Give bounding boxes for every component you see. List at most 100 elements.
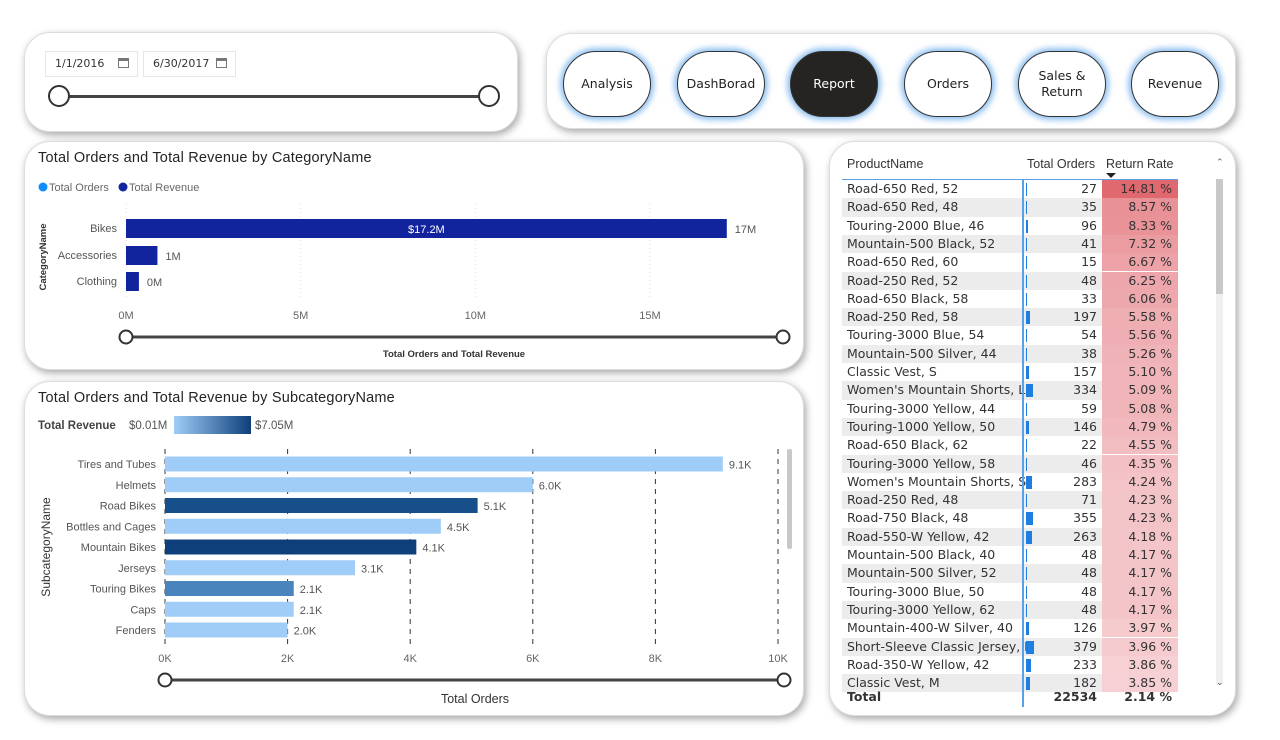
nav-button-sales-return[interactable]: Sales & Return [1018, 51, 1106, 117]
table-row[interactable]: Road-250 Red, 48 71 4.23 % [842, 491, 1178, 510]
product-name: Road-250 Red, 58 [847, 309, 959, 325]
category-label: Bikes [90, 223, 117, 235]
table-row[interactable]: Touring-3000 Yellow, 62 48 4.17 % [842, 600, 1178, 620]
data-label: 17M [735, 224, 756, 236]
category-label: Jerseys [118, 563, 156, 575]
orders-data-bar [1026, 347, 1027, 361]
table-row[interactable]: Mountain-500 Silver, 52 48 4.17 % [842, 564, 1178, 583]
bar-mountain-bikes [165, 539, 417, 555]
range-slider-start-handle[interactable] [157, 672, 173, 688]
category-label: Mountain Bikes [81, 542, 157, 554]
table-row[interactable]: Road-250 Red, 52 48 6.25 % [842, 271, 1178, 290]
table-row[interactable]: Road-750 Black, 48 355 4.23 % [842, 509, 1178, 528]
orders-data-bar [1026, 530, 1032, 544]
range-slider-end-handle[interactable] [775, 329, 791, 345]
orders-data-bar [1026, 402, 1028, 416]
table-row[interactable]: Touring-3000 Blue, 54 54 5.56 % [842, 326, 1178, 345]
bar-jerseys [165, 560, 356, 576]
product-name: Mountain-500 Black, 40 [847, 547, 996, 562]
x-tick-label: 0K [158, 653, 172, 665]
orders-data-bar [1026, 658, 1031, 672]
table-row[interactable]: Women's Mountain Shorts, L 334 5.09 % [842, 381, 1178, 400]
table-row[interactable]: Classic Vest, S 157 5.10 % [842, 363, 1178, 382]
orders-data-bar [1026, 494, 1028, 508]
total-orders-value: 48 [1081, 547, 1097, 562]
color-legend-min: $0.01M [129, 420, 167, 432]
table-row[interactable]: Road-650 Black, 62 22 4.55 % [842, 436, 1178, 455]
table-row[interactable]: Touring-2000 Blue, 46 96 8.33 % [842, 216, 1178, 235]
table-row[interactable]: Short-Sleeve Classic Jersey, M 379 3.96 % [842, 637, 1178, 656]
x-tick-label: 2K [281, 653, 295, 665]
nav-button-revenue[interactable]: Revenue [1131, 51, 1219, 117]
product-name: Road-350-W Yellow, 42 [847, 656, 990, 672]
product-name: Road-650 Black, 58 [847, 290, 969, 306]
data-label: 2.0K [294, 626, 317, 638]
scrollbar-thumb[interactable] [1216, 179, 1223, 294]
table-row[interactable]: Mountain-400-W Silver, 40 126 3.97 % [842, 619, 1178, 638]
table-row[interactable]: Road-650 Red, 60 15 6.67 % [842, 253, 1178, 272]
table-row[interactable]: Road-650 Red, 48 35 8.57 % [842, 198, 1178, 217]
category-label: Fenders [116, 625, 157, 637]
scrollbar-thumb[interactable] [787, 449, 792, 549]
return-rate-value: 4.17 % [1102, 564, 1178, 583]
table-row[interactable]: Touring-3000 Yellow, 44 59 5.08 % [842, 399, 1178, 418]
data-label: 0M [147, 277, 162, 289]
table-row[interactable]: Road-650 Black, 58 33 6.06 % [842, 289, 1178, 309]
nav-button-analysis[interactable]: Analysis [563, 51, 651, 117]
total-orders-value: 379 [1073, 638, 1097, 654]
return-rate-value: 4.17 % [1102, 600, 1178, 620]
category-bar-chart: Total Orders Total Revenue 0M 5M 10M 15M Bikes… [38, 182, 791, 360]
table-row[interactable]: Road-650 Red, 52 27 14.81 % [842, 180, 1178, 199]
scroll-up-icon[interactable]: ⌃ [1216, 158, 1224, 168]
range-slider-start-handle[interactable] [118, 329, 134, 345]
total-orders-value: 48 [1081, 565, 1097, 581]
product-name: Mountain-500 Black, 52 [847, 235, 996, 251]
total-orders-value: 197 [1073, 309, 1097, 325]
table-row[interactable]: Road-550-W Yellow, 42 263 4.18 % [842, 527, 1178, 546]
range-slider-end-handle[interactable] [776, 672, 792, 688]
table-row[interactable]: Mountain-500 Black, 40 48 4.17 % [842, 546, 1178, 565]
data-label: 6.0K [539, 480, 562, 492]
sort-descending-icon[interactable] [1106, 173, 1116, 178]
total-orders-value: 54 [1081, 327, 1097, 343]
table-row[interactable]: Road-250 Red, 58 197 5.58 % [842, 308, 1178, 327]
calendar-icon[interactable] [216, 58, 227, 68]
table-row[interactable]: Touring-3000 Yellow, 58 46 4.35 % [842, 454, 1178, 473]
category-label: Road Bikes [100, 501, 157, 513]
table-row[interactable]: Mountain-500 Silver, 44 38 5.26 % [842, 344, 1178, 363]
bar-helmets [165, 477, 533, 493]
bar-bottles-and-cages [165, 518, 441, 534]
nav-button-orders[interactable]: Orders [904, 51, 992, 117]
table-row[interactable]: Road-350-W Yellow, 42 233 3.86 % [842, 655, 1178, 675]
data-label: 9.1K [729, 460, 752, 472]
inside-data-label: $17.2M [408, 224, 445, 236]
total-row: Total 22534 2.14 % [842, 688, 1177, 706]
column-divider [1022, 179, 1024, 707]
nav-button-report[interactable]: Report [790, 51, 878, 117]
table-row[interactable]: Touring-1000 Yellow, 50 146 4.79 % [842, 417, 1178, 437]
table-row[interactable]: Mountain-500 Black, 52 41 7.32 % [842, 234, 1178, 254]
date-slider-start-handle[interactable] [48, 85, 70, 107]
column-header-total-orders[interactable]: Total Orders [1027, 157, 1095, 171]
table-row[interactable]: Touring-3000 Blue, 50 48 4.17 % [842, 582, 1178, 601]
column-header-productname[interactable]: ProductName [847, 157, 923, 171]
column-header-return-rate[interactable]: Return Rate [1106, 157, 1173, 171]
product-name: Short-Sleeve Classic Jersey, M [847, 638, 1035, 654]
scroll-down-icon[interactable]: ⌄ [1216, 678, 1224, 688]
end-date-input[interactable]: 6/30/2017 [143, 51, 236, 77]
bar-tires-and-tubes [165, 456, 723, 472]
date-slider-track[interactable] [60, 95, 490, 98]
orders-data-bar [1026, 201, 1027, 215]
start-date-input[interactable]: 1/1/2016 [45, 51, 138, 77]
product-name: Road-550-W Yellow, 42 [847, 528, 990, 544]
total-orders-value: 263 [1073, 528, 1097, 544]
x-tick-label: 6K [526, 653, 540, 665]
nav-button-dashborad[interactable]: DashBorad [677, 51, 765, 117]
product-name: Women's Mountain Shorts, S [847, 473, 1027, 489]
date-slider-end-handle[interactable] [478, 85, 500, 107]
subcategory-bar-chart: Total Revenue $0.01M $7.05M 0K 2K 4K 6K 8K 10K Ti… [38, 416, 792, 706]
x-tick-label: 4K [403, 653, 417, 665]
calendar-icon[interactable] [118, 58, 129, 68]
table-row[interactable]: Women's Mountain Shorts, S 283 4.24 % [842, 472, 1178, 492]
return-rate-value: 3.97 % [1102, 619, 1178, 638]
